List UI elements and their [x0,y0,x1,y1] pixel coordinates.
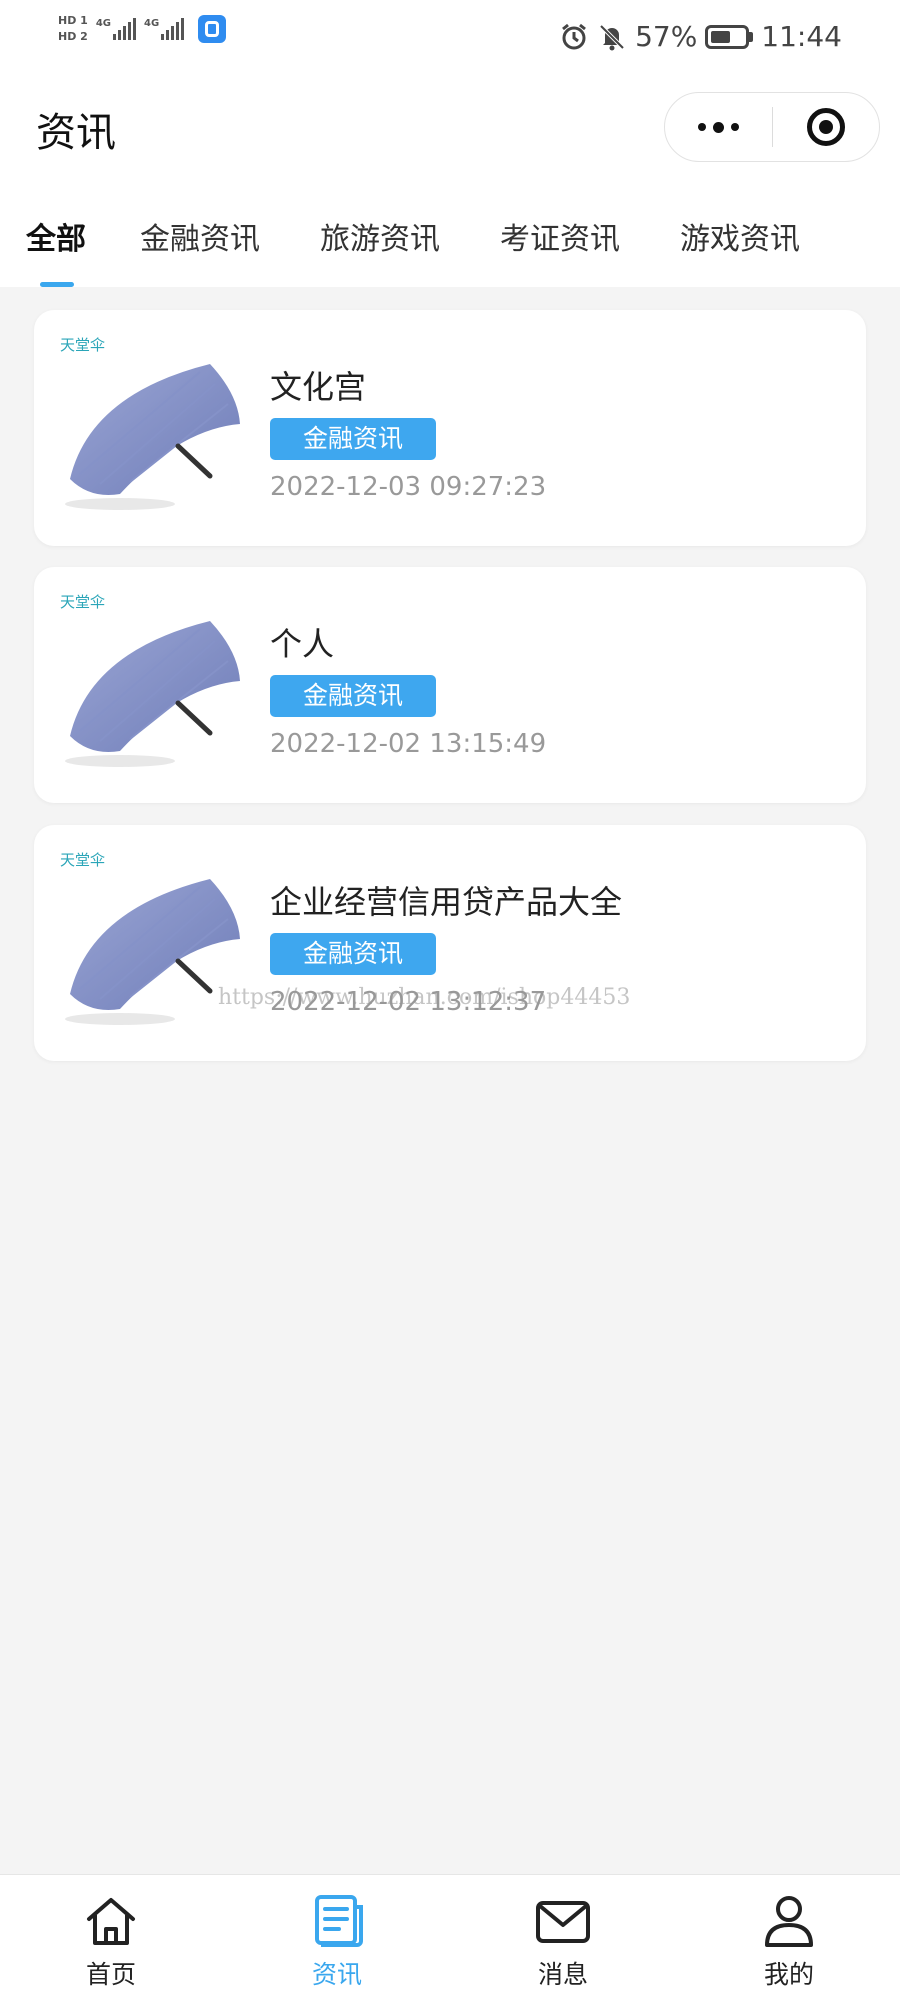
article-title: 企业经营信用贷产品大全 [270,883,623,921]
target-icon [806,108,845,146]
dot-icon [698,123,706,131]
net-type-2: 4G [144,17,160,29]
hd2-badge: HD 2 [58,30,88,43]
umbrella-image-icon [65,879,240,1025]
article-card[interactable]: 天堂伞 企业经营信用贷产品大全 金融资讯 2022-12-02 13:12:37 [34,825,866,1061]
dot-icon [713,121,724,133]
nav-label: 首页 [85,1960,136,1989]
nav-profile[interactable]: 我的 [729,1891,849,1991]
signal-sim1: 4G [95,17,136,40]
thumbnail-brand: 天堂伞 [60,336,106,354]
watermark-text: https://www.huzhan.com/ishop44453 [218,985,631,1010]
nav-news[interactable]: 资讯 [277,1891,397,1991]
status-left: HD 1 HD 2 4G 4G [58,14,227,43]
thumbnail-brand: 天堂伞 [60,593,106,611]
tab-games[interactable]: 游戏资讯 [680,214,800,258]
net-type-1: 4G [95,17,111,29]
signal-bars-icon [113,17,136,40]
umbrella-image-icon [65,621,240,767]
article-title: 个人 [270,625,335,663]
article-card[interactable]: 天堂伞 个人 金融资讯 2022-12-02 13:15:49 [34,567,866,803]
mute-bell-icon [599,24,625,50]
nav-label: 消息 [537,1960,588,1989]
mail-icon [536,1901,590,1943]
status-bar: HD 1 HD 2 4G 4G 57% 11:44 [0,0,900,80]
article-card[interactable]: 天堂伞 文化宫 金融资讯 2022-12-03 09:27:23 [34,310,866,546]
umbrella-image-icon [65,364,240,510]
category-tabs: 全部 金融资讯 旅游资讯 考证资讯 游戏资讯 [0,200,900,287]
article-thumbnail: 天堂伞 [60,849,250,1039]
article-title: 文化宫 [270,368,367,406]
battery-icon [705,24,754,49]
hd-badges: HD 1 HD 2 [58,14,88,43]
alarm-icon [562,23,586,49]
signal-sim2: 4G [144,17,185,40]
signal-bars-icon [161,17,185,40]
nav-label: 资讯 [311,1960,362,1989]
close-mini-program-button[interactable] [773,93,879,161]
tab-travel[interactable]: 旅游资讯 [320,214,440,258]
nav-home[interactable]: 首页 [51,1891,171,1991]
status-right: 57% 11:44 [559,20,842,53]
category-tag: 金融资讯 [270,418,436,460]
home-icon [87,1898,135,1945]
tab-finance[interactable]: 金融资讯 [140,214,260,258]
nav-label: 我的 [763,1960,814,1989]
article-date: 2022-12-02 13:15:49 [270,729,547,759]
article-thumbnail: 天堂伞 [60,334,250,524]
article-date: 2022-12-03 09:27:23 [270,472,547,502]
tab-all[interactable]: 全部 [26,214,86,258]
user-icon [765,1896,813,1947]
battery-percent: 57% [635,20,698,53]
more-options-button[interactable] [665,93,772,161]
thumbnail-brand: 天堂伞 [60,851,106,869]
category-tag: 金融资讯 [270,933,436,975]
news-icon [315,1895,363,1947]
notification-app-icon [198,14,227,43]
active-tab-indicator [40,282,74,287]
dot-icon [731,123,739,131]
bottom-nav: 首页 资讯 消息 我的 [0,1874,900,2000]
article-thumbnail: 天堂伞 [60,591,250,781]
page-title: 资讯 [36,110,116,156]
hd1-badge: HD 1 [58,14,88,27]
category-tag: 金融资讯 [270,675,436,717]
clock: 11:44 [761,20,842,53]
tab-certification[interactable]: 考证资讯 [500,214,620,258]
nav-messages[interactable]: 消息 [503,1891,623,1991]
mini-program-capsule [664,92,880,162]
title-bar: 资讯 [0,80,900,180]
